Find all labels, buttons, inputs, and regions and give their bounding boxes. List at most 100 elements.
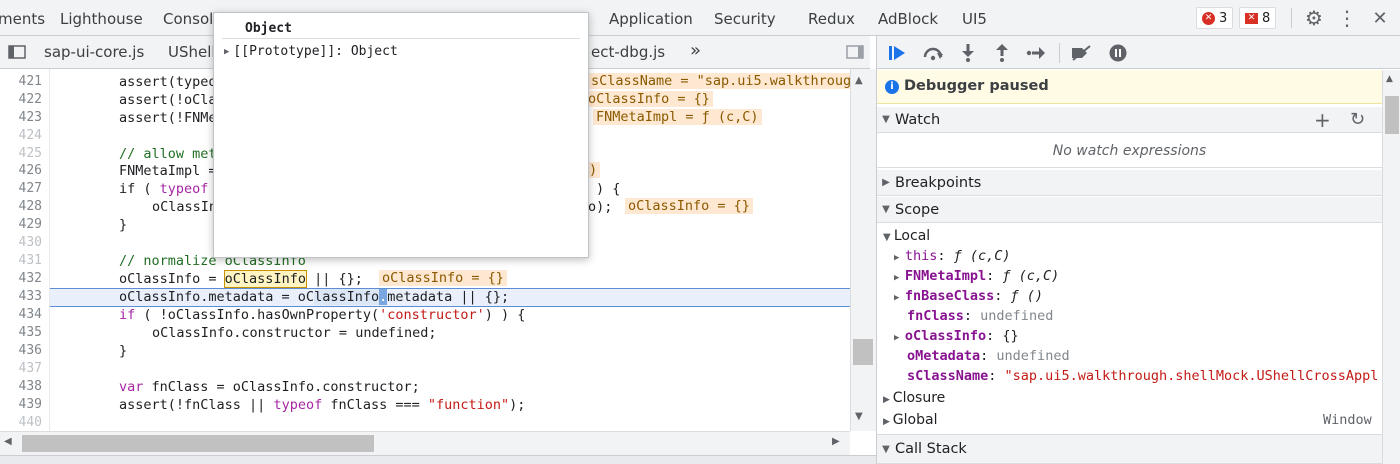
line-number[interactable]: 428 — [19, 199, 42, 214]
pause-on-exceptions-icon[interactable] — [1107, 42, 1129, 64]
tab-adblock[interactable]: AdBlock — [878, 10, 938, 28]
var-value: undefined — [980, 308, 1054, 324]
line-number[interactable]: 422 — [19, 92, 42, 107]
gear-icon[interactable]: ⚙ — [1302, 6, 1326, 30]
refresh-icon[interactable]: ↻ — [1350, 109, 1365, 130]
scrollbar-thumb[interactable] — [1385, 96, 1399, 134]
step-into-icon[interactable] — [957, 42, 979, 64]
breakpoints-section-header[interactable]: ▶ Breakpoints — [877, 170, 1382, 196]
popover-title: Object — [245, 21, 292, 36]
scroll-left-icon[interactable]: ◀ — [4, 436, 12, 447]
step-out-icon[interactable] — [991, 42, 1013, 64]
scope-var-row[interactable]: ▶ FNMetaImpl: ƒ (c,C) — [894, 268, 1059, 284]
line-number[interactable]: 425 — [19, 146, 42, 161]
scroll-down-icon[interactable]: ▼ — [855, 411, 863, 422]
line-number[interactable]: 438 — [19, 379, 42, 394]
resume-icon[interactable] — [887, 42, 909, 64]
line-number[interactable]: 433 — [19, 289, 42, 304]
info-icon: i — [885, 80, 899, 94]
tab-ui5[interactable]: UI5 — [962, 10, 987, 28]
scroll-right-icon[interactable]: ▶ — [832, 436, 840, 447]
close-icon[interactable]: ✕ — [1368, 6, 1392, 30]
scope-section-header[interactable]: ▼ Scope — [877, 197, 1382, 223]
var-name: sClassName — [907, 368, 989, 384]
tab-redux[interactable]: Redux — [808, 10, 855, 28]
keyword-token: typeof — [159, 181, 209, 197]
toggle-navigator-icon[interactable] — [8, 44, 26, 60]
tab-application[interactable]: Application — [609, 10, 693, 28]
more-tabs-icon[interactable]: » — [690, 40, 701, 61]
file-tab-sap-ui-core[interactable]: sap-ui-core.js — [44, 43, 144, 61]
line-number[interactable]: 429 — [19, 217, 42, 232]
inline-value: FNMetaImpl = ƒ (c,C) — [593, 109, 762, 125]
scroll-up-icon[interactable]: ▲ — [855, 75, 863, 86]
scope-var-row[interactable]: ▶ fnBaseClass: ƒ () — [894, 288, 1043, 304]
tab-security[interactable]: Security — [714, 10, 776, 28]
line-number[interactable]: 436 — [19, 343, 42, 358]
call-stack-section-header[interactable]: ▼ Call Stack — [877, 434, 1382, 464]
closure-scope-row[interactable]: ▶ Closure — [883, 390, 945, 406]
expand-triangle-icon: ▶ — [883, 395, 893, 405]
watch-title: Watch — [895, 111, 941, 128]
scrollbar-thumb[interactable] — [853, 339, 873, 365]
code-line: assert(!fnClass || typeof fnClass === "f… — [119, 397, 525, 413]
tab-elements[interactable]: ments — [0, 10, 45, 28]
object-preview-popover[interactable]: Object ▶ [[Prototype]]: Object — [213, 12, 589, 258]
line-number[interactable]: 432 — [19, 271, 42, 286]
line-number[interactable]: 439 — [19, 397, 42, 412]
divider — [1059, 43, 1060, 63]
line-number[interactable]: 423 — [19, 110, 42, 125]
prototype-row[interactable]: ▶ [[Prototype]]: Object — [224, 44, 398, 59]
local-scope-row[interactable]: ▼ Local — [883, 228, 930, 244]
expand-triangle-icon: ▶ — [883, 417, 893, 427]
code-vertical-scrollbar[interactable]: ▲ ▼ — [850, 69, 876, 431]
line-number[interactable]: 430 — [19, 235, 42, 250]
line-number[interactable]: 421 — [19, 74, 42, 89]
error-icon: ✕ — [1202, 11, 1215, 25]
line-gutter: 421 422 423 424 425 426 427 428 429 430 … — [0, 69, 50, 431]
prototype-label: [[Prototype]]: Object — [233, 44, 398, 59]
scope-var-row[interactable]: ▶ this: ƒ (c,C) — [894, 248, 1011, 264]
add-watch-icon[interactable]: + — [1314, 108, 1331, 132]
line-number[interactable]: 440 — [19, 415, 42, 430]
scope-var-row[interactable]: fnClass: undefined — [907, 308, 1053, 324]
scrollbar-thumb[interactable] — [22, 435, 374, 452]
hovered-token[interactable]: lassInfo — [314, 289, 380, 305]
tab-lighthouse[interactable]: Lighthouse — [60, 10, 143, 28]
code-line: if ( typeof — [119, 181, 208, 197]
scope-var-row[interactable]: ▶ oClassInfo: {} — [894, 328, 1019, 344]
step-over-icon[interactable] — [922, 42, 944, 64]
error-count-badge[interactable]: ✕ 3 — [1196, 7, 1234, 29]
toggle-debugger-icon[interactable] — [846, 44, 864, 60]
deactivate-breakpoints-icon[interactable] — [1069, 42, 1093, 64]
issue-count: 8 — [1262, 10, 1271, 26]
scroll-up-icon[interactable]: ▲ — [1386, 74, 1393, 84]
code-token: oClassInfo = — [119, 271, 225, 287]
divider — [1291, 8, 1292, 28]
var-value: ƒ () — [1010, 288, 1044, 304]
file-tab-object-dbg[interactable]: ect-dbg.js — [591, 43, 665, 61]
line-number[interactable]: 434 — [19, 307, 42, 322]
devtools-tab-bar: ments Lighthouse Console Application Sec… — [0, 0, 1400, 36]
line-number[interactable]: 424 — [19, 128, 42, 143]
line-number[interactable]: 435 — [19, 325, 42, 340]
issues-count-badge[interactable]: ✕ 8 — [1239, 7, 1277, 29]
scope-var-row[interactable]: oMetadata: undefined — [907, 348, 1070, 364]
kebab-menu-icon[interactable]: ⋮ — [1337, 6, 1357, 30]
global-scope-row[interactable]: ▶ Global — [883, 412, 937, 428]
code-horizontal-scrollbar[interactable]: ◀ ▶ — [0, 431, 850, 455]
sidebar-scrollbar[interactable]: ▲ — [1382, 70, 1400, 464]
expand-triangle-icon[interactable]: ▶ — [224, 47, 229, 57]
scope-var-row[interactable]: sClassName: "sap.ui5.walkthrough.shellMo… — [907, 368, 1380, 384]
step-icon[interactable] — [1025, 42, 1047, 64]
global-value: Window — [1323, 412, 1372, 428]
var-value: {} — [1002, 328, 1019, 344]
line-number[interactable]: 431 — [19, 253, 42, 268]
watch-section-header[interactable]: ▼ Watch + ↻ — [877, 107, 1382, 133]
line-number[interactable]: 426 — [19, 163, 42, 178]
line-number[interactable]: 437 — [19, 361, 42, 376]
string-token: 'constructor' — [379, 307, 485, 323]
var-name: FNMetaImpl — [904, 268, 987, 284]
var-name: oClassInfo — [904, 328, 987, 344]
line-number[interactable]: 427 — [19, 181, 42, 196]
